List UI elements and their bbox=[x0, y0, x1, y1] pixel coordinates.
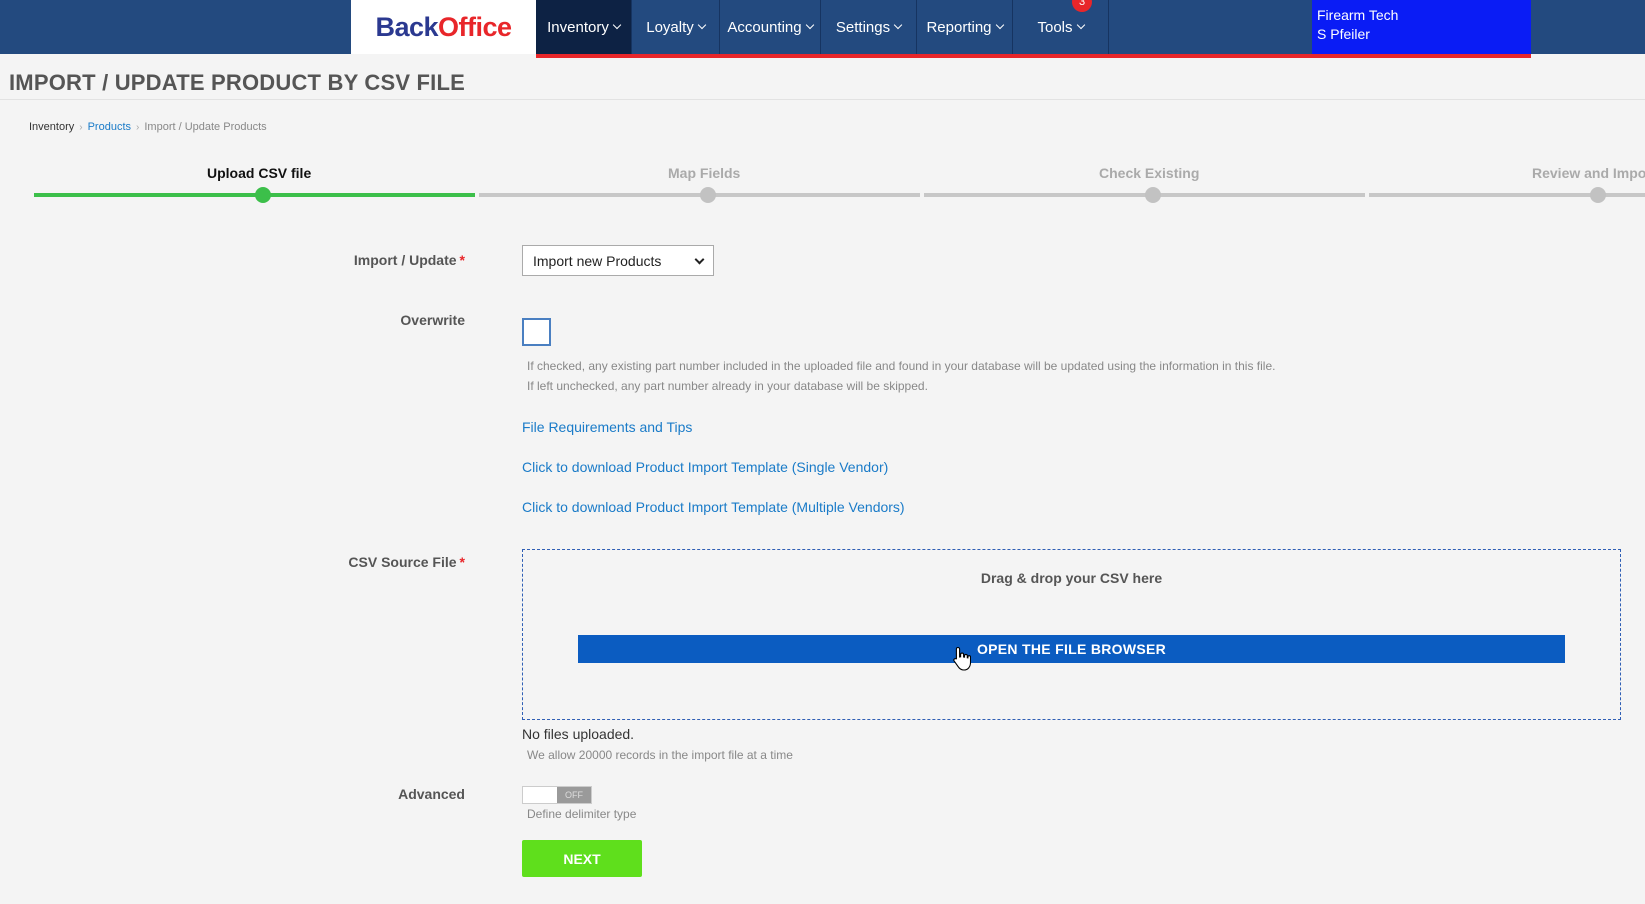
delimiter-help: Define delimiter type bbox=[527, 807, 637, 821]
step-check-existing: Check Existing bbox=[1099, 165, 1200, 181]
nav-item-inventory[interactable]: Inventory bbox=[536, 0, 632, 54]
nav-item-settings[interactable]: Settings bbox=[821, 0, 917, 54]
step-review-import: Review and Import bbox=[1532, 165, 1645, 181]
nav-item-tools[interactable]: Tools 3 bbox=[1013, 0, 1109, 54]
title-divider bbox=[0, 99, 1645, 100]
import-wizard-steps: Upload CSV file Map Fields Check Existin… bbox=[0, 158, 1645, 208]
records-limit-note: We allow 20000 records in the import fil… bbox=[527, 748, 793, 762]
nav-item-label: Tools bbox=[1037, 18, 1073, 36]
overwrite-label: Overwrite bbox=[400, 312, 465, 328]
csv-source-file-label: CSV Source File * bbox=[348, 554, 465, 570]
open-file-browser-button[interactable]: OPEN THE FILE BROWSER bbox=[578, 635, 1565, 663]
breadcrumb-products[interactable]: Products bbox=[88, 121, 131, 133]
main-nav: Inventory Loyalty Accounting Settings Re… bbox=[536, 0, 1109, 54]
breadcrumb-inventory[interactable]: Inventory bbox=[29, 121, 74, 133]
nav-item-label: Inventory bbox=[547, 18, 609, 36]
user-name: S Pfeiler bbox=[1317, 26, 1370, 42]
chevron-down-icon bbox=[893, 20, 903, 30]
chevron-down-icon bbox=[612, 20, 622, 30]
nav-item-loyalty[interactable]: Loyalty bbox=[632, 0, 720, 54]
chevron-down-icon bbox=[995, 20, 1004, 30]
chevron-down-icon bbox=[694, 254, 705, 265]
toggle-state-text: OFF bbox=[557, 787, 591, 803]
file-requirements-link[interactable]: File Requirements and Tips bbox=[522, 419, 692, 435]
breadcrumb: Inventory › Products › Import / Update P… bbox=[29, 121, 267, 133]
overwrite-help-unchecked: If left unchecked, any part number alrea… bbox=[527, 379, 928, 393]
breadcrumb-separator-icon: › bbox=[136, 121, 140, 133]
step-indicator-dot bbox=[1590, 187, 1606, 203]
step-upload-csv: Upload CSV file bbox=[207, 165, 312, 181]
chevron-down-icon bbox=[1076, 20, 1085, 30]
page-title: IMPORT / UPDATE PRODUCT BY CSV FILE bbox=[9, 70, 465, 95]
step-indicator-dot bbox=[700, 187, 716, 203]
nav-item-label: Reporting bbox=[926, 18, 992, 36]
download-multiple-vendors-template-link[interactable]: Click to download Product Import Templat… bbox=[522, 499, 905, 515]
overwrite-help-checked: If checked, any existing part number inc… bbox=[527, 359, 1276, 373]
nav-item-label: Settings bbox=[835, 18, 891, 36]
import-update-label: Import / Update * bbox=[354, 252, 465, 268]
step-indicator-dot bbox=[1145, 187, 1161, 203]
required-asterisk: * bbox=[459, 554, 465, 570]
download-single-vendor-template-link[interactable]: Click to download Product Import Templat… bbox=[522, 459, 888, 475]
next-button[interactable]: NEXT bbox=[522, 840, 642, 877]
nav-item-reporting[interactable]: Reporting bbox=[917, 0, 1013, 54]
step-indicator-dot bbox=[255, 187, 271, 203]
csv-dropzone[interactable]: Drag & drop your CSV here OPEN THE FILE … bbox=[522, 549, 1621, 720]
chevron-down-icon bbox=[697, 20, 707, 30]
no-files-status: No files uploaded. bbox=[522, 726, 635, 742]
select-value: Import new Products bbox=[533, 252, 662, 269]
overwrite-checkbox[interactable] bbox=[522, 318, 551, 346]
backoffice-logo[interactable]: Back Office bbox=[351, 0, 536, 54]
hand-pointer-icon bbox=[953, 646, 971, 671]
company-name: Firearm Tech bbox=[1317, 7, 1399, 23]
label-text: CSV Source File bbox=[348, 554, 457, 570]
nav-item-accounting[interactable]: Accounting bbox=[720, 0, 821, 54]
import-update-select[interactable]: Import new Products bbox=[522, 245, 714, 276]
step-map-fields: Map Fields bbox=[668, 165, 741, 181]
nav-item-label: Accounting bbox=[727, 18, 802, 36]
logo-text-back: Back bbox=[375, 11, 438, 42]
dropzone-text: Drag & drop your CSV here bbox=[980, 570, 1163, 586]
chevron-down-icon bbox=[805, 20, 814, 30]
advanced-toggle[interactable]: OFF bbox=[522, 786, 592, 804]
breadcrumb-current: Import / Update Products bbox=[144, 121, 267, 133]
logo-text-office: Office bbox=[438, 11, 512, 42]
required-asterisk: * bbox=[459, 252, 465, 268]
nav-accent-line bbox=[536, 54, 1531, 58]
nav-item-label: Loyalty bbox=[646, 18, 694, 36]
user-account-box[interactable]: Firearm Tech S Pfeiler bbox=[1312, 0, 1531, 54]
advanced-label: Advanced bbox=[398, 786, 465, 802]
breadcrumb-separator-icon: › bbox=[79, 121, 83, 133]
label-text: Import / Update bbox=[353, 252, 457, 268]
toggle-knob bbox=[523, 787, 557, 803]
notification-badge: 3 bbox=[1072, 0, 1092, 12]
